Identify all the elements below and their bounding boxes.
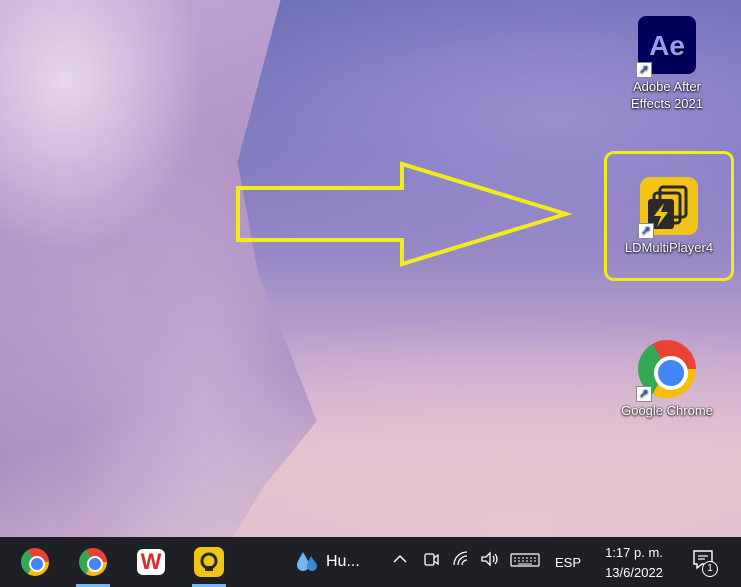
chrome-profile-icon [79, 548, 107, 576]
clock-date: 13/6/2022 [605, 565, 663, 580]
volume-icon[interactable] [480, 550, 500, 571]
ldplayer-icon [194, 547, 224, 577]
wifi-icon[interactable] [452, 550, 470, 571]
desktop-icon-label: Adobe After [633, 79, 701, 94]
shortcut-arrow-icon: ➚ [638, 223, 654, 239]
desktop-icon-chrome[interactable]: ➚ Google Chrome [612, 340, 722, 419]
clock-time: 1:17 p. m. [605, 545, 663, 560]
wps-glyph: W [140, 549, 162, 574]
after-effects-icon: Ae ➚ [636, 16, 696, 78]
taskbar-app-chrome[interactable] [6, 537, 64, 587]
shortcut-arrow-icon: ➚ [636, 62, 652, 78]
language-indicator[interactable]: ESP [555, 555, 581, 570]
wps-icon: W [137, 549, 165, 575]
desktop-icon-label: Google Chrome [621, 403, 713, 418]
desktop-icon-ldmultiplayer[interactable]: ➚ LDMultiPlayer4 [614, 177, 724, 256]
ldmultiplayer-icon: ➚ [638, 177, 698, 239]
taskbar-app-wps[interactable]: W [122, 537, 180, 587]
chevron-up-icon[interactable] [392, 551, 408, 570]
annotation-arrow-icon [236, 161, 573, 267]
taskbar-app-chrome-profile[interactable] [64, 537, 122, 587]
wallpaper-figure [0, 0, 317, 540]
desktop-icon-label: LDMultiPlayer4 [624, 240, 714, 255]
desktop-icon-after-effects[interactable]: Ae ➚ Adobe After Effects 2021 [612, 16, 722, 112]
after-effects-tile-text: Ae [649, 29, 685, 61]
weather-text: Hu... [326, 553, 360, 570]
notification-count-badge: 1 [702, 561, 718, 577]
water-drop-icon [297, 552, 317, 571]
taskbar-app-ldplayer[interactable] [180, 537, 238, 587]
desktop-icon-label: Effects 2021 [630, 96, 704, 111]
chrome-icon [21, 548, 49, 576]
keyboard-icon[interactable] [510, 553, 540, 570]
meet-now-icon[interactable] [422, 550, 440, 571]
notification-center-icon[interactable]: 1 [692, 549, 718, 577]
chrome-icon: ➚ [636, 340, 696, 402]
weather-widget[interactable]: Hu... [296, 537, 360, 587]
shortcut-arrow-icon: ➚ [636, 386, 652, 402]
clock[interactable]: 1:17 p. m. 13/6/2022 [596, 543, 672, 583]
